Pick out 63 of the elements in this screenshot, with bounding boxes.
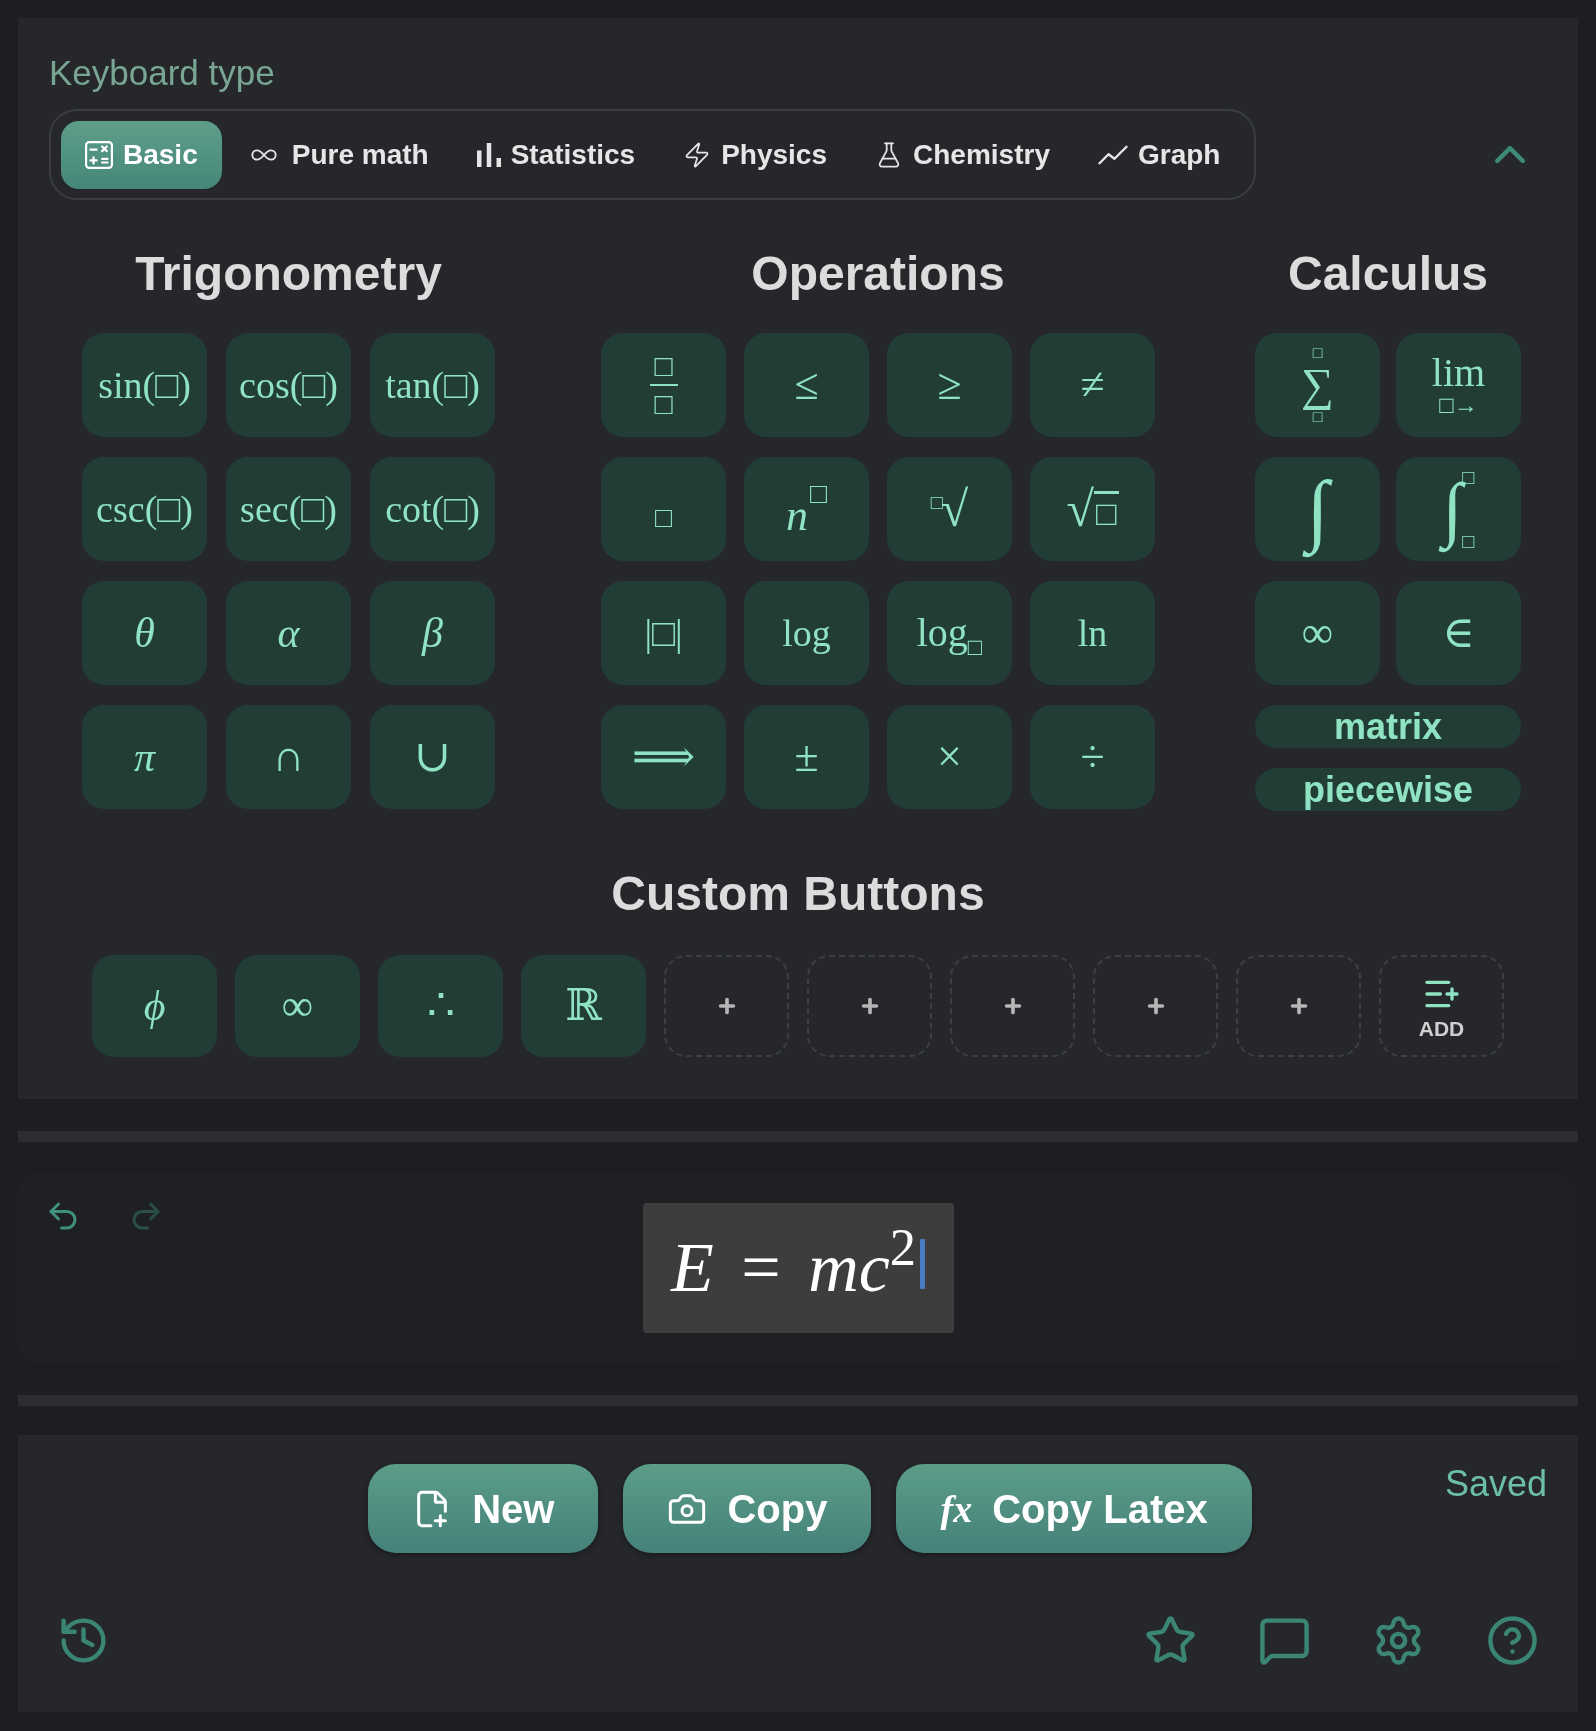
keyboard-tab[interactable]: Graph [1073, 120, 1245, 189]
math-key[interactable]: cos(□) [226, 333, 351, 437]
add-button[interactable]: ADD [1379, 955, 1504, 1057]
math-key[interactable]: ⟹ [601, 705, 726, 809]
collapse-button[interactable] [1495, 146, 1525, 163]
math-key[interactable]: ≤ [744, 333, 869, 437]
math-key[interactable]: □ □ [601, 333, 726, 437]
section-heading: Operations [751, 246, 1005, 302]
action-button[interactable]: fx Copy Latex [896, 1464, 1252, 1553]
math-input-field[interactable]: E = mc$^{2}$ [642, 1203, 954, 1333]
math-key[interactable]: cot(□) [370, 457, 495, 561]
chevron-up-icon [1495, 146, 1525, 163]
keyboard-tab[interactable]: Statistics [452, 120, 660, 189]
math-key[interactable]: ± [744, 705, 869, 809]
math-key[interactable]: ∞ [235, 955, 360, 1057]
action-button[interactable]: Copy [623, 1464, 872, 1553]
keyboard-tab[interactable]: Physics [659, 120, 851, 189]
math-key[interactable]: n□ [744, 457, 869, 561]
keyboard-tab[interactable]: Chemistry [851, 120, 1074, 189]
math-key[interactable]: □ ∑ □ [1255, 333, 1380, 437]
keyboard-tab[interactable]: Basic [61, 120, 222, 189]
math-key[interactable]: × [887, 705, 1012, 809]
math-key[interactable]: log□ [887, 581, 1012, 685]
math-key[interactable]: ÷ [1030, 705, 1155, 809]
action-button[interactable]: New [368, 1464, 599, 1553]
math-key[interactable]: log [744, 581, 869, 685]
math-key[interactable]: tan(□) [370, 333, 495, 437]
math-key[interactable]: ln [1030, 581, 1155, 685]
function-icon: fx [940, 1489, 973, 1528]
math-key[interactable]: α [226, 581, 351, 685]
section-heading: Trigonometry [135, 246, 442, 302]
math-key[interactable]: ∩ [226, 705, 351, 809]
help-icon[interactable] [1486, 1614, 1539, 1667]
bar-chart-icon [476, 142, 501, 167]
math-key[interactable]: ∫ [1255, 457, 1380, 561]
math-key[interactable]: piecewise [1255, 768, 1521, 811]
math-key[interactable]: ≥ [887, 333, 1012, 437]
calculator-icon [85, 140, 113, 169]
math-key[interactable]: ∪ [370, 705, 495, 809]
section-heading: Custom Buttons [611, 866, 985, 922]
math-key[interactable]: lim □→ [1396, 333, 1521, 437]
math-key[interactable]: √□ [1030, 457, 1155, 561]
math-key[interactable]: □ [601, 457, 726, 561]
keyboard-tab[interactable]: Pure math [221, 120, 453, 189]
math-key[interactable]: |□| [601, 581, 726, 685]
math-key[interactable]: ∴ [378, 955, 503, 1057]
math-key[interactable]: π [82, 705, 207, 809]
keyboard-type-label: Keyboard type [49, 53, 275, 93]
section-heading: Calculus [1287, 246, 1489, 302]
save-status: Saved [1444, 1464, 1547, 1504]
math-key[interactable]: ϕ [92, 955, 217, 1057]
line-graph-icon [1097, 144, 1128, 165]
math-key[interactable]: ℝ [521, 955, 646, 1057]
math-key[interactable]: ∈ [1396, 581, 1521, 685]
math-key[interactable]: β [370, 581, 495, 685]
math-key[interactable]: sin(□) [82, 333, 207, 437]
math-key[interactable]: θ [82, 581, 207, 685]
math-key[interactable]: ≠ [1030, 333, 1155, 437]
math-key[interactable]: □√ [887, 457, 1012, 561]
math-key[interactable]: matrix [1255, 705, 1521, 748]
math-key[interactable]: ∞ [1255, 581, 1380, 685]
math-key[interactable]: csc(□) [82, 457, 207, 561]
math-key[interactable]: sec(□) [226, 457, 351, 561]
